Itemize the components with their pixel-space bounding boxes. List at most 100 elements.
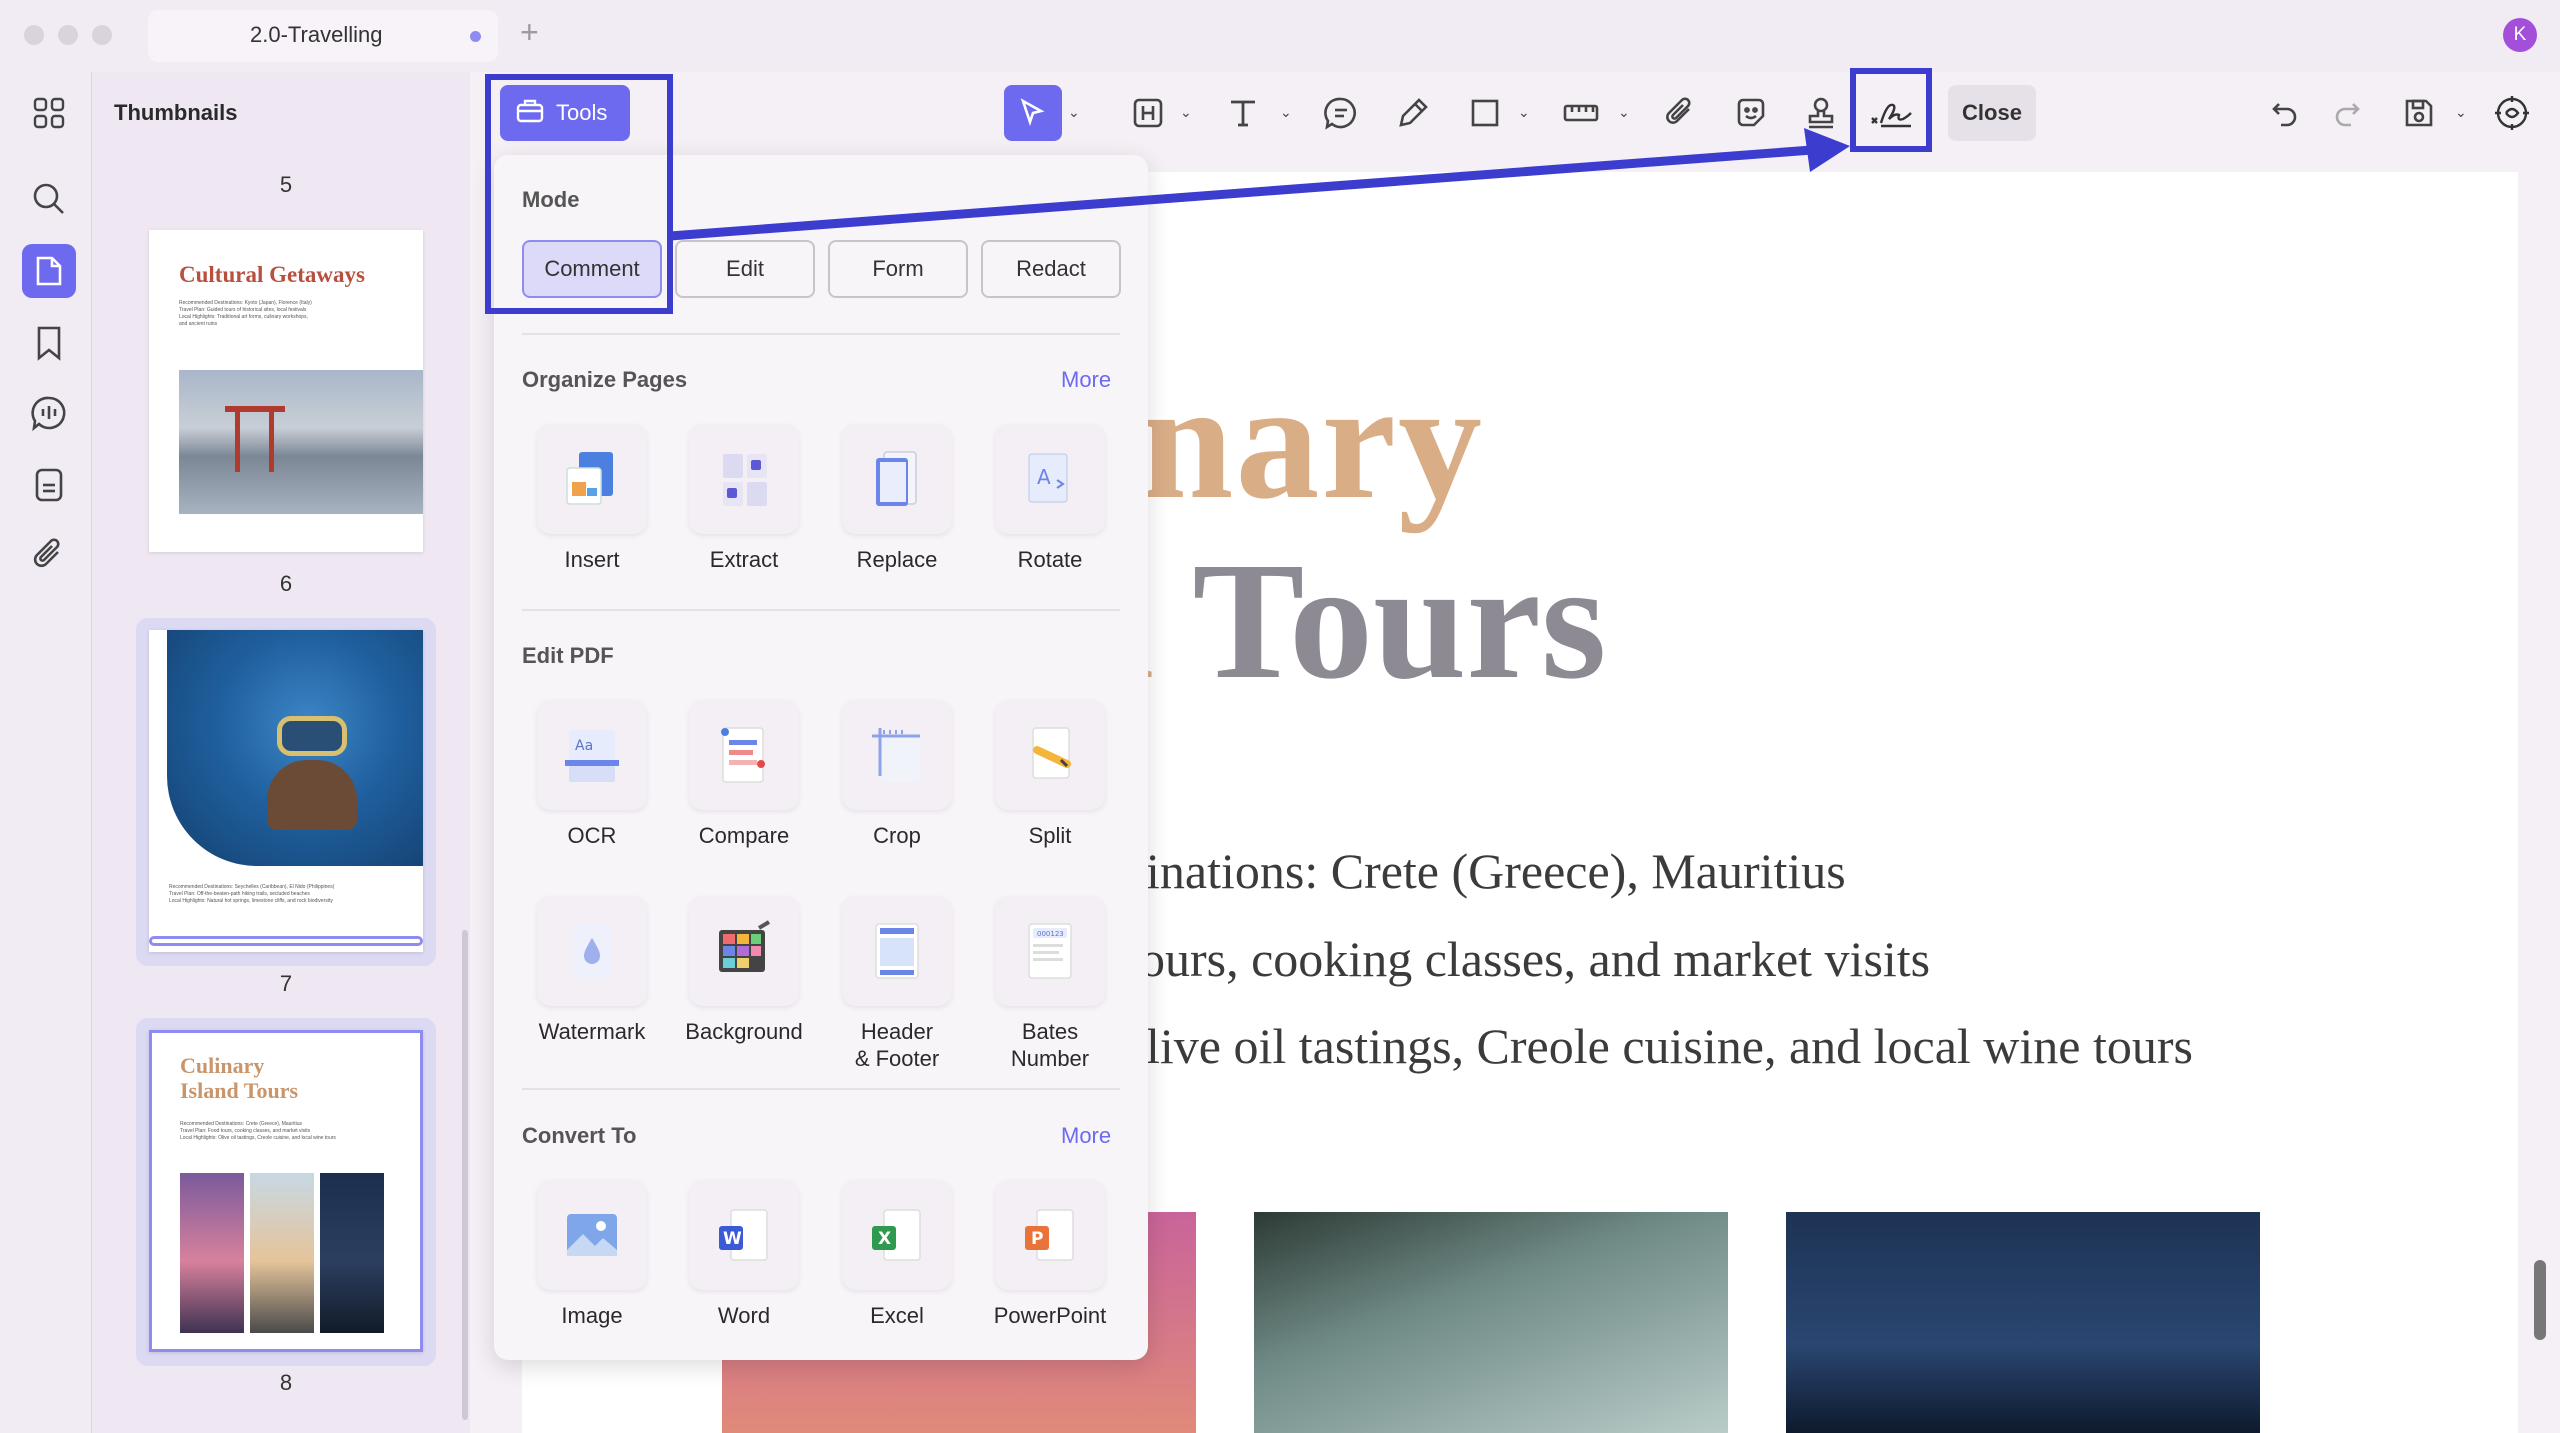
palm-photo xyxy=(1254,1212,1728,1433)
header-footer-tool[interactable]: Header & Footer xyxy=(822,896,972,1072)
thumbnails-scrollbar[interactable] xyxy=(462,930,468,1420)
replace-tool[interactable]: Replace xyxy=(822,424,972,573)
plus-icon[interactable]: + xyxy=(520,14,539,51)
crop-tool[interactable]: Crop xyxy=(822,700,972,849)
comment-icon[interactable] xyxy=(1318,85,1364,141)
svg-text:000123: 000123 xyxy=(1037,930,1064,938)
rotate-tool[interactable]: A Rotate xyxy=(975,424,1125,573)
document-text-line: ours, cooking classes, and market visits xyxy=(1140,931,1931,987)
chevron-down-icon[interactable]: ⌄ xyxy=(1518,104,1530,121)
select-cursor-icon[interactable] xyxy=(1004,85,1062,141)
page-number: 7 xyxy=(279,971,293,996)
palm-night-photo xyxy=(1786,1212,2260,1433)
torii-gate-photo xyxy=(179,370,423,514)
thumbnail-page-6[interactable]: Cultural Getaways Recommended Destinatio… xyxy=(149,230,423,552)
sticker-icon[interactable] xyxy=(1728,85,1774,141)
divider xyxy=(522,1088,1120,1090)
extract-icon xyxy=(689,424,799,534)
mode-form-button[interactable]: Form xyxy=(828,240,968,298)
ai-chat-icon[interactable] xyxy=(26,390,72,436)
thumbnail-title: Cultural Getaways xyxy=(179,262,365,287)
pen-icon[interactable] xyxy=(1390,85,1436,141)
redo-icon[interactable] xyxy=(2324,85,2370,141)
page-number: 5 xyxy=(279,172,293,197)
thumbnail-page-7[interactable]: Recommended Destinations: Seychelles (Ca… xyxy=(149,630,423,952)
measure-icon[interactable] xyxy=(1556,85,1606,141)
mode-redact-button[interactable]: Redact xyxy=(981,240,1121,298)
convert-image-tool[interactable]: Image xyxy=(517,1180,667,1329)
excel-icon: X xyxy=(842,1180,952,1290)
thumbnail-text: Recommended Destinations: Kyoto (Japan),… xyxy=(179,300,312,327)
form-icon[interactable] xyxy=(26,462,72,508)
convert-powerpoint-tool[interactable]: P PowerPoint xyxy=(975,1180,1125,1329)
thumbnail-title: Culinary Island Tours xyxy=(180,1053,299,1103)
attachment-icon[interactable] xyxy=(1657,85,1703,141)
annotation-highlight-signature xyxy=(1850,68,1932,152)
edit-pdf-title: Edit PDF xyxy=(522,643,614,668)
chevron-down-icon[interactable]: ⌄ xyxy=(1618,104,1630,121)
extract-tool[interactable]: Extract xyxy=(669,424,819,573)
convert-more-link[interactable]: More xyxy=(1061,1123,1111,1149)
palm-night-photo xyxy=(320,1173,384,1333)
chevron-down-icon[interactable]: ⌄ xyxy=(2455,104,2467,121)
sunset-photo xyxy=(180,1173,244,1333)
convert-to-title: Convert To xyxy=(522,1123,637,1148)
ocr-tool[interactable]: Aa OCR xyxy=(517,700,667,849)
avatar[interactable]: K xyxy=(2503,18,2537,52)
divider xyxy=(522,609,1120,611)
thumbnail-page-8[interactable]: Culinary Island Tours Recommended Destin… xyxy=(149,1030,423,1352)
chevron-down-icon[interactable]: ⌄ xyxy=(1280,104,1292,121)
document-scrollbar[interactable] xyxy=(2534,1260,2546,1340)
shape-icon[interactable] xyxy=(1462,85,1508,141)
save-icon[interactable] xyxy=(2396,85,2442,141)
page-number: 6 xyxy=(279,571,293,596)
powerpoint-icon: P xyxy=(995,1180,1105,1290)
organize-pages-title: Organize Pages xyxy=(522,367,688,392)
convert-word-tool[interactable]: W Word xyxy=(669,1180,819,1329)
close-window-button[interactable] xyxy=(24,25,44,45)
thumbnail-text: Recommended Destinations: Crete (Greece)… xyxy=(180,1121,336,1141)
chevron-down-icon[interactable]: ⌄ xyxy=(1180,104,1192,121)
thumbnails-title: Thumbnails xyxy=(114,100,238,125)
page-number: 8 xyxy=(279,1370,293,1395)
attachment-icon[interactable] xyxy=(26,532,72,578)
background-tool[interactable]: Background xyxy=(669,896,819,1045)
page-heading-line1: nary xyxy=(1140,348,1484,534)
convert-excel-tool[interactable]: X Excel xyxy=(822,1180,972,1329)
text-icon[interactable] xyxy=(1220,85,1266,141)
thumbnail-text: Recommended Destinations: Seychelles (Ca… xyxy=(169,884,335,904)
svg-text:P: P xyxy=(1031,1229,1043,1249)
compare-tool[interactable]: Compare xyxy=(669,700,819,849)
background-icon xyxy=(689,896,799,1006)
svg-text:W: W xyxy=(723,1229,742,1249)
ai-assistant-icon[interactable] xyxy=(2486,85,2538,141)
insert-icon xyxy=(537,424,647,534)
highlight-icon[interactable] xyxy=(1125,85,1171,141)
bookmark-icon[interactable] xyxy=(26,320,72,366)
split-tool[interactable]: Split xyxy=(975,700,1125,849)
split-icon xyxy=(995,700,1105,810)
watermark-tool[interactable]: Watermark xyxy=(517,896,667,1045)
chevron-down-icon[interactable]: ⌄ xyxy=(1068,104,1080,121)
insert-tool[interactable]: Insert xyxy=(517,424,667,573)
toolbar xyxy=(470,72,2560,164)
zoom-window-button[interactable] xyxy=(92,25,112,45)
beach-hut-photo xyxy=(250,1173,314,1333)
crop-icon xyxy=(842,700,952,810)
image-icon xyxy=(537,1180,647,1290)
undo-icon[interactable] xyxy=(2262,85,2308,141)
ocr-icon: Aa xyxy=(537,700,647,810)
grid-icon[interactable] xyxy=(26,90,72,136)
close-tools-button[interactable]: Close xyxy=(1948,85,2036,141)
tab-title: 2.0-Travelling xyxy=(250,22,383,47)
document-text-line: live oil tastings, Creole cuisine, and l… xyxy=(1146,1018,2193,1074)
organize-more-link[interactable]: More xyxy=(1061,367,1111,393)
minimize-window-button[interactable] xyxy=(58,25,78,45)
stamp-icon[interactable] xyxy=(1798,85,1844,141)
mode-edit-button[interactable]: Edit xyxy=(675,240,815,298)
pages-icon[interactable] xyxy=(22,244,76,298)
word-icon: W xyxy=(689,1180,799,1290)
search-icon[interactable] xyxy=(26,176,72,222)
bates-number-tool[interactable]: 000123 Bates Number xyxy=(975,896,1125,1072)
header-footer-icon xyxy=(842,896,952,1006)
